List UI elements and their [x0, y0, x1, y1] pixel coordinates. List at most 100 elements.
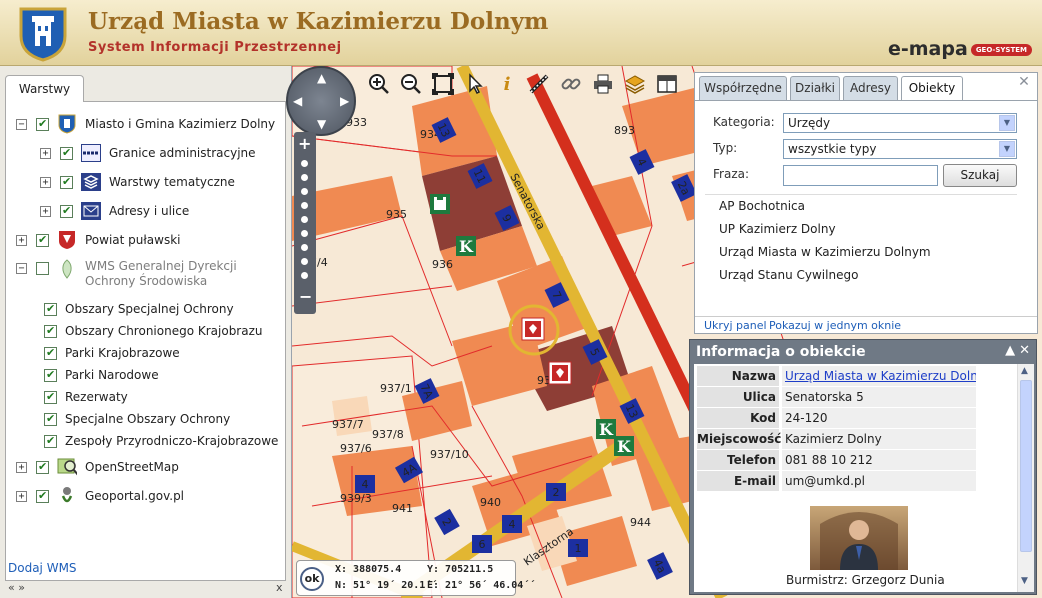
layer-row[interactable]: + Geoportal.gov.pl — [16, 486, 184, 506]
layer-checkbox[interactable] — [44, 324, 57, 338]
pan-right-icon[interactable]: ▶ — [340, 94, 349, 108]
result-item[interactable]: Urząd Miasta w Kazimierzu Dolnym — [719, 245, 931, 259]
info-icon[interactable]: i — [493, 70, 521, 98]
link-icon[interactable] — [557, 70, 585, 98]
tab-addresses[interactable]: Adresy — [843, 76, 898, 100]
zoom-level-dot[interactable] — [301, 160, 308, 167]
close-icon[interactable]: ✕ — [1017, 75, 1031, 90]
layer-row[interactable]: + Adresy i ulice — [40, 201, 189, 221]
layer-row[interactable]: + Granice administracyjne — [40, 143, 256, 163]
layout-icon[interactable] — [653, 70, 681, 98]
coat-of-arms-icon — [57, 114, 77, 134]
result-item[interactable]: AP Bochotnica — [719, 199, 805, 213]
layer-label: Miasto i Gmina Kazimierz Dolny — [85, 117, 276, 131]
pan-up-icon[interactable]: ▲ — [317, 71, 326, 85]
layer-row[interactable]: Parki Narodowe — [44, 365, 159, 385]
collapse-icon[interactable]: − — [16, 118, 27, 130]
layer-checkbox[interactable] — [36, 117, 49, 131]
tab-parcels[interactable]: Działki — [790, 76, 840, 100]
layer-checkbox[interactable] — [36, 233, 49, 247]
layer-checkbox[interactable] — [44, 390, 57, 404]
layer-checkbox[interactable] — [36, 262, 49, 275]
layer-row[interactable]: − WMS Generalnej Dyrekcji Ochrony Środowi… — [16, 259, 237, 293]
expand-icon[interactable]: + — [40, 205, 51, 217]
expand-icon[interactable]: + — [40, 176, 51, 188]
zoom-level-dot[interactable] — [301, 216, 308, 223]
layer-checkbox[interactable] — [36, 460, 49, 474]
parcel-label: 937/8 — [372, 428, 404, 441]
zoom-level-dot[interactable] — [301, 188, 308, 195]
zoom-level-dot[interactable] — [301, 230, 308, 237]
layer-checkbox[interactable] — [60, 175, 73, 189]
scroll-down-icon[interactable]: ▼ — [1021, 576, 1028, 586]
category-select[interactable]: Urzędy ▼ — [783, 113, 1017, 133]
field-key: Ulica — [697, 387, 779, 407]
layer-row[interactable]: Obszary Specjalnej Ochrony — [44, 299, 234, 319]
tab-coordinates[interactable]: Współrzędne — [699, 76, 787, 100]
chevron-down-icon[interactable]: ▼ — [999, 141, 1015, 157]
full-extent-icon[interactable] — [429, 70, 457, 98]
layer-checkbox[interactable] — [60, 204, 73, 218]
zoom-level-dot[interactable] — [301, 258, 308, 265]
hide-panel-link[interactable]: Ukryj panel — [704, 319, 767, 332]
expand-icon[interactable]: + — [16, 234, 27, 246]
pan-down-icon[interactable]: ▼ — [317, 117, 326, 131]
collapse-icon[interactable]: − — [16, 263, 27, 274]
panel-nav-arrows[interactable]: « » — [8, 581, 25, 594]
result-item[interactable]: Urząd Stanu Cywilnego — [719, 268, 858, 282]
zoom-slider[interactable]: + − — [294, 132, 316, 314]
expand-icon[interactable]: + — [16, 490, 27, 502]
k-poi-icon: K — [614, 436, 634, 456]
layer-checkbox[interactable] — [44, 302, 57, 316]
name-link[interactable]: Urząd Miasta w Kazimierzu Dolnym — [782, 366, 976, 386]
layers-icon[interactable] — [621, 70, 649, 98]
expand-icon[interactable]: + — [16, 461, 27, 473]
layer-row[interactable]: + Warstwy tematyczne — [40, 172, 235, 192]
scrollbar[interactable]: ▲ ▼ — [1017, 364, 1034, 592]
layer-row[interactable]: − Miasto i Gmina Kazimierz Dolny — [16, 114, 275, 134]
zoom-minus-icon[interactable]: − — [299, 287, 312, 306]
layer-row[interactable]: Zespoły Przyrodniczo-Krajobrazowe — [44, 431, 278, 451]
print-icon[interactable] — [589, 70, 617, 98]
leaf-icon — [57, 259, 77, 279]
search-button[interactable]: Szukaj — [943, 164, 1017, 187]
layer-row[interactable]: Obszary Chronionego Krajobrazu — [44, 321, 263, 341]
layer-row[interactable]: Specjalne Obszary Ochrony — [44, 409, 230, 429]
type-select[interactable]: wszystkie typy ▼ — [783, 139, 1017, 159]
tab-layers[interactable]: Warstwy — [5, 75, 84, 102]
layer-checkbox[interactable] — [44, 434, 57, 448]
layer-row[interactable]: + OpenStreetMap — [16, 457, 179, 477]
layer-row[interactable]: Parki Krajobrazowe — [44, 343, 180, 363]
layer-checkbox[interactable] — [44, 412, 57, 426]
layer-checkbox[interactable] — [36, 489, 49, 503]
ok-button[interactable]: ok — [300, 567, 324, 591]
pan-control[interactable]: ▲ ▼ ◀ ▶ — [286, 66, 356, 136]
zoom-plus-icon[interactable]: + — [298, 134, 311, 153]
zoom-level-dot[interactable] — [301, 202, 308, 209]
collapse-up-icon[interactable]: ▲ — [1005, 343, 1015, 358]
add-wms-link[interactable]: Dodaj WMS — [8, 561, 77, 575]
zoom-level-dot[interactable] — [301, 174, 308, 181]
zoom-level-dot[interactable] — [301, 244, 308, 251]
chevron-down-icon[interactable]: ▼ — [999, 115, 1015, 131]
zoom-in-icon[interactable] — [365, 70, 393, 98]
close-icon[interactable]: ✕ — [1019, 343, 1030, 358]
panel-close-button[interactable]: x — [276, 581, 283, 594]
zoom-level-dot[interactable] — [301, 272, 308, 279]
pointer-icon[interactable] — [461, 70, 489, 98]
layer-checkbox[interactable] — [44, 346, 57, 360]
pan-left-icon[interactable]: ◀ — [293, 94, 302, 108]
measure-ruler-icon[interactable] — [525, 70, 553, 98]
phrase-input[interactable] — [783, 165, 938, 186]
scroll-up-icon[interactable]: ▲ — [1021, 366, 1028, 376]
result-item[interactable]: UP Kazimierz Dolny — [719, 222, 836, 236]
layer-row[interactable]: + Powiat puławski — [16, 230, 181, 250]
tab-objects[interactable]: Obiekty — [901, 76, 963, 101]
layer-checkbox[interactable] — [60, 146, 73, 160]
expand-icon[interactable]: + — [40, 147, 51, 159]
layer-row[interactable]: Rezerwaty — [44, 387, 128, 407]
show-in-window-link[interactable]: Pokazuj w jednym oknie — [769, 319, 901, 332]
zoom-out-icon[interactable] — [397, 70, 425, 98]
layer-checkbox[interactable] — [44, 368, 57, 382]
scroll-thumb[interactable] — [1020, 380, 1032, 552]
